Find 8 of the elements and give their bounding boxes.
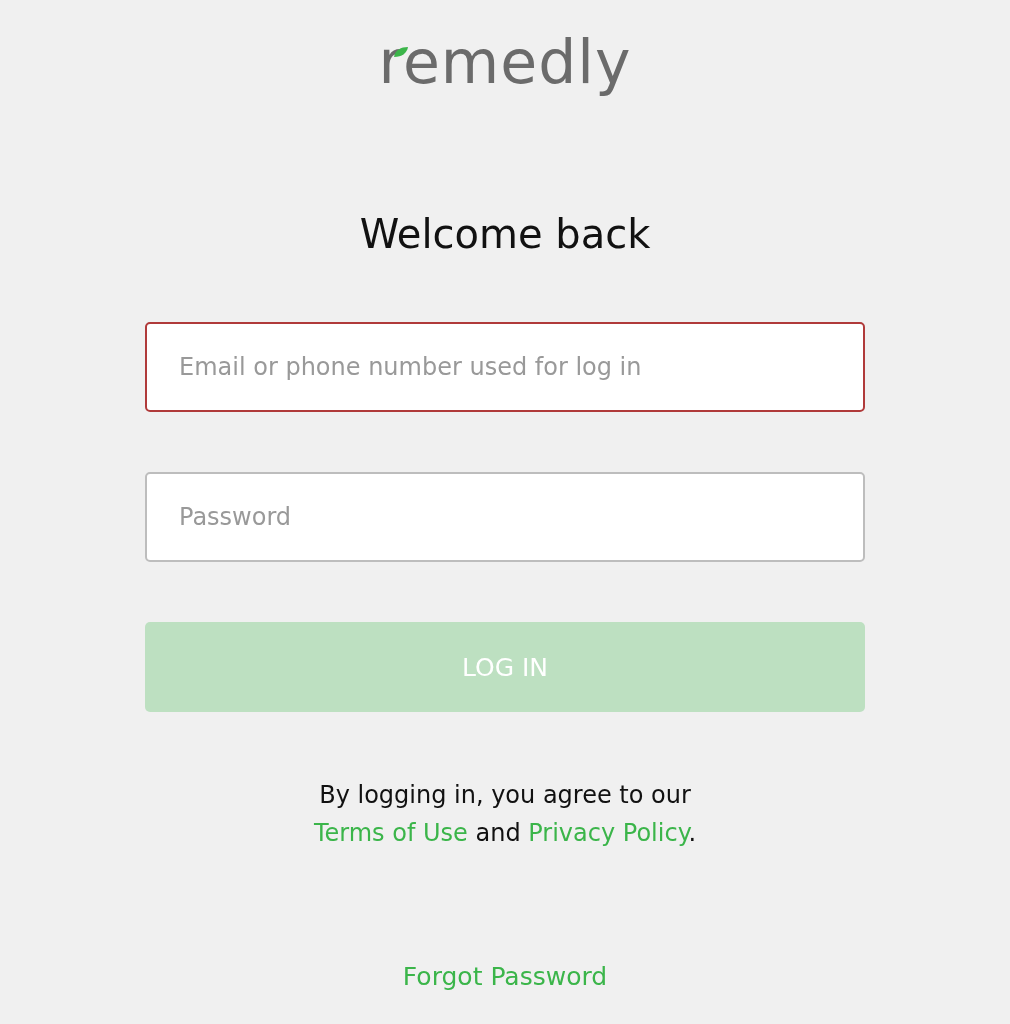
forgot-password-link[interactable]: Forgot Password: [402, 962, 608, 991]
privacy-link[interactable]: Privacy Policy: [528, 819, 689, 847]
logo: remedly: [378, 26, 632, 99]
terms-link[interactable]: Terms of Use: [313, 819, 468, 847]
page-title: Welcome back: [359, 210, 651, 259]
agreement-text: By logging in, you agree to our Terms of Use and Privacy Policy.: [312, 780, 698, 849]
email-field[interactable]: Email or phone number used for log in: [145, 322, 865, 412]
password-field[interactable]: Password: [145, 472, 865, 562]
